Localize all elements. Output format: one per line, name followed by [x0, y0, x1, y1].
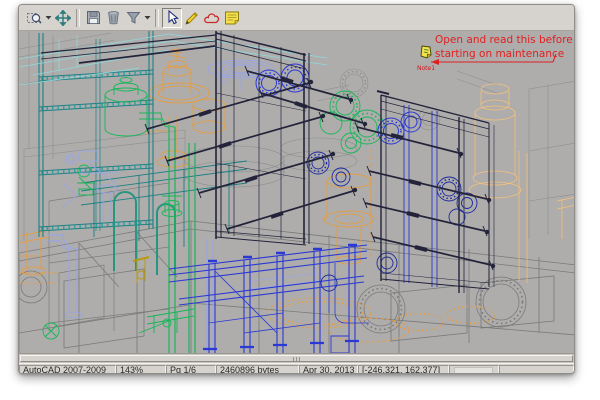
status-progress-cell [449, 365, 499, 374]
wireframe-orange-equipment [19, 49, 495, 342]
drawing-canvas[interactable]: Open and read this before starting on ma… [19, 31, 575, 353]
status-empty-cell [499, 365, 574, 374]
wireframe-gray-frame [49, 183, 169, 331]
sticky-note-icon [224, 10, 240, 25]
save-icon [86, 10, 101, 25]
status-file-size: 2460896 bytes [216, 365, 299, 374]
status-file-date: Apr 30, 2013 [299, 365, 358, 374]
annotation-text: Open and read this before starting on ma… [435, 33, 575, 61]
scrollbar-grip-icon [293, 357, 301, 361]
note-label: Note1 [409, 65, 443, 72]
status-page-number: Pg 1/6 [166, 365, 216, 374]
status-zoom-level: 143% [116, 365, 166, 374]
cad-wireframe-drawing [19, 31, 575, 353]
add-note-button[interactable] [222, 8, 242, 28]
filter-button[interactable] [123, 8, 143, 28]
progress-bar [454, 367, 493, 374]
revision-cloud-icon [204, 11, 221, 25]
cursor-arrow-icon [165, 10, 180, 25]
delete-button[interactable] [103, 8, 123, 28]
pan-button[interactable] [53, 8, 73, 28]
note-marker-icon [418, 44, 434, 60]
cad-viewer-window: Open and read this before starting on ma… [18, 4, 575, 374]
pan-icon [55, 10, 71, 26]
wireframe-orange-light [469, 84, 575, 283]
chevron-down-icon [45, 15, 52, 20]
zoom-region-icon [26, 10, 42, 26]
toolbar [19, 5, 574, 31]
revision-cloud-button[interactable] [202, 8, 222, 28]
toolbar-separator [155, 9, 159, 27]
wireframe-darkblue-flanges [307, 152, 477, 291]
zoom-region-button[interactable] [24, 8, 44, 28]
zoom-dropdown-button[interactable] [44, 8, 53, 28]
markup-pencil-button[interactable] [182, 8, 202, 28]
filter-dropdown-button[interactable] [143, 8, 152, 28]
horizontal-scrollbar[interactable] [19, 353, 574, 363]
save-button[interactable] [83, 8, 103, 28]
scrollbar-thumb[interactable] [20, 355, 573, 362]
annotation-line-2: starting on maintenance [435, 47, 575, 61]
wireframe-tank-base [19, 221, 575, 353]
pencil-icon [184, 10, 200, 26]
status-cursor-coordinates: [-246.321, 162.377] [358, 365, 449, 374]
select-tool-button[interactable] [162, 8, 182, 28]
toolbar-separator [76, 9, 80, 27]
annotation-line-1: Open and read this before [435, 33, 575, 47]
status-file-format: AutoCAD 2007-2009 [19, 365, 116, 374]
funnel-icon [126, 10, 141, 25]
note-marker[interactable]: Note1 [409, 44, 443, 72]
trash-icon [106, 10, 121, 25]
status-bar: AutoCAD 2007-2009 143% Pg 1/6 2460896 by… [19, 363, 574, 374]
chevron-down-icon [144, 15, 151, 20]
